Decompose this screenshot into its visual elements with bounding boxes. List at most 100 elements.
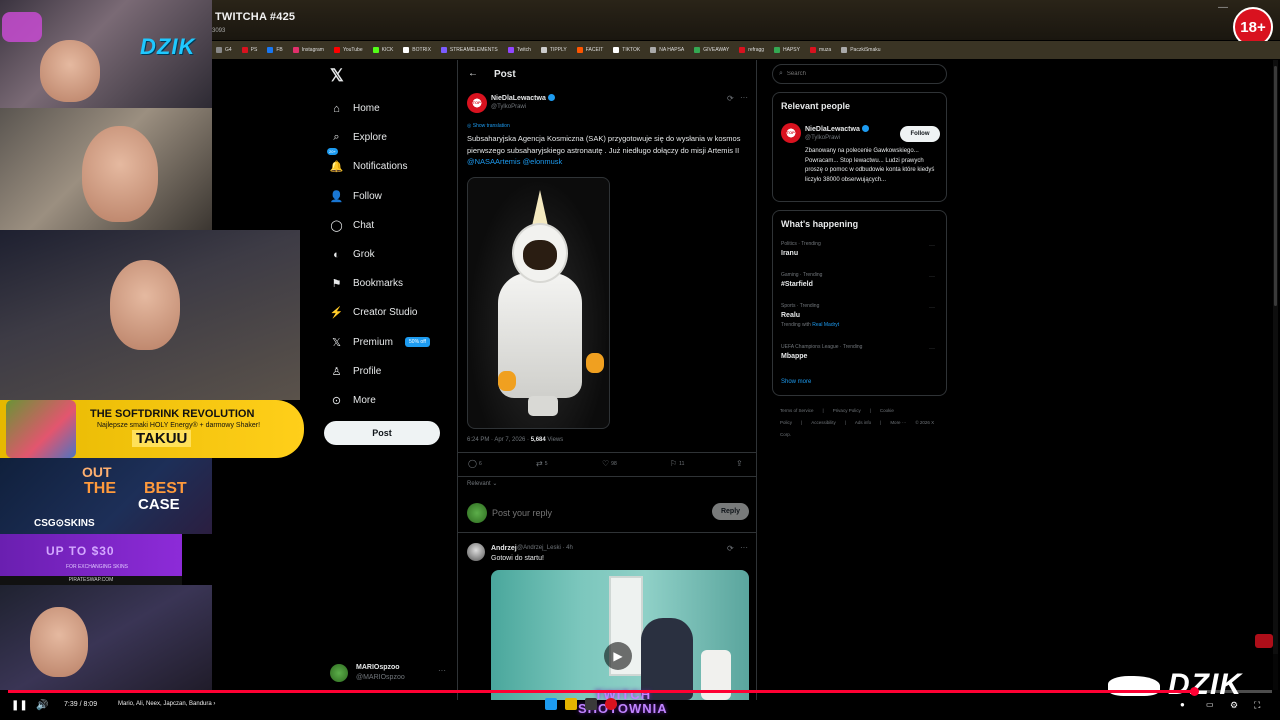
footer-link[interactable]: More ··· [890,420,906,425]
bookmark-item[interactable]: KICK [372,47,393,53]
more-dots-icon[interactable]: ··· [438,666,446,675]
bookmark-action[interactable]: ⚐ 11 [670,459,684,468]
footer-link[interactable]: Terms of Service [780,408,814,413]
search-box[interactable]: ⌕ [772,64,947,84]
scrollbar-thumb[interactable] [1274,66,1277,306]
subtitles-icon[interactable]: ▭ [1206,700,1214,709]
sidebar-item-notifications[interactable]: 🔔 20+ Notifications [327,148,460,181]
chapter-link[interactable]: Mario, Ali, Neex, Japczan, Bandura › [118,701,215,707]
like-action[interactable]: ♡ 98 [602,459,617,468]
minimize-icon[interactable]: — [1218,2,1228,13]
more-dots-icon[interactable]: ··· [740,93,748,102]
promo-banner-takuu[interactable]: THE SOFTDRINK REVOLUTION Najlepsze smaki… [0,400,304,458]
fullscreen-icon[interactable]: ⛶ [1254,700,1260,711]
follow-button[interactable]: Follow [900,126,940,142]
trend-item[interactable]: Gaming · Trending #Starfield [781,272,941,288]
play-icon[interactable]: ▶ [604,642,632,670]
x-logo-icon[interactable]: 𝕏 [330,66,344,86]
show-more-link[interactable]: Show more [781,379,811,385]
search-input[interactable] [786,71,927,77]
sidebar-item-home[interactable]: ⌂ Home [330,94,460,123]
bookmark-item[interactable]: FB [267,47,283,53]
bookmark-item[interactable]: TIKTOK [613,47,640,53]
sidebar-item-label: Bookmarks [353,278,404,290]
account-switcher[interactable]: MARIOspzoo @MARIOspzoo ··· [330,662,450,686]
bookmark-item[interactable]: G4 [216,47,232,53]
trend-item[interactable]: UEFA Champions League · Trending Mbappe [781,344,941,360]
sidebar-item-premium[interactable]: 𝕏 Premium 50% off [330,328,460,357]
back-arrow-icon[interactable]: ← [468,68,478,79]
more-dots-icon[interactable]: ··· [929,346,935,352]
show-translation-link[interactable]: ◎ Show translation [467,123,510,129]
comment-video[interactable]: ▶ [491,570,749,700]
settings-gear-icon[interactable]: ⚙ [1230,700,1238,711]
windows-start-icon[interactable] [545,698,557,710]
more-dots-icon[interactable]: ··· [740,543,748,552]
sidebar-item-grok[interactable]: ◐ Grok [330,240,460,269]
bookmark-item[interactable]: NA HAPSA [650,47,684,53]
more-dots-icon[interactable]: ··· [929,274,935,280]
autoplay-icon[interactable]: ● [1180,700,1185,709]
promo-banner-pirateswap[interactable]: UP TO $30 FOR EXCHANGING SKINS [0,534,182,578]
mention-link[interactable]: @elonmusk [523,157,563,166]
bookmark-item[interactable]: PaczkiSmaku [841,47,881,53]
volume-icon[interactable]: 🔊 [36,700,48,711]
sidebar-item-bookmarks[interactable]: ⚑ Bookmarks [330,269,460,298]
trend-item[interactable]: Sports · Trending Realu Trending with Real… [781,303,941,328]
avatar[interactable]: STOP [781,123,801,143]
file-explorer-icon[interactable] [565,698,577,710]
bookmark-item[interactable]: HAPSY [774,47,800,53]
progress-scrubber[interactable] [1190,687,1199,696]
bookmark-item[interactable]: Twitch [507,47,531,53]
sort-replies-dropdown[interactable]: Relevant ⌄ [467,480,497,487]
grok-icon[interactable]: ⟳ [727,94,734,103]
pause-icon[interactable]: ❚❚ [11,700,28,711]
bookmark-label: FACEIT [585,47,604,53]
compose-post-button[interactable]: Post [324,421,440,445]
bookmark-item[interactable]: BOTRIX [403,47,431,53]
bookmark-item[interactable]: STREAMELEMENTS [440,47,498,53]
bookmark-item[interactable]: muza [809,47,831,53]
bookmark-item[interactable]: TIPPLY [540,47,567,53]
bookmark-item[interactable]: PS [241,47,257,53]
app-icon[interactable] [605,698,617,710]
footer-link[interactable]: Privacy Policy [833,408,861,413]
author-handle[interactable]: @TylkoPrawi [491,104,526,110]
more-dots-icon[interactable]: ··· [929,305,935,311]
share-icon[interactable]: ⇪ [736,459,743,468]
more-dots-icon[interactable]: ··· [929,243,935,249]
sidebar-item-creator-studio[interactable]: ⚡ Creator Studio [330,298,460,327]
footer-link[interactable]: Accessibility [811,420,836,425]
promo-banner-csgoskins[interactable]: OUT THE BEST CASE CSG⊙SKINS [0,458,212,534]
bookmark-item[interactable]: YouTube [333,47,363,53]
bookmark-item[interactable]: FACEIT [576,47,604,53]
mention-link[interactable]: @NASAArtemis [467,157,520,166]
sidebar-item-more[interactable]: ⊙ More [330,386,460,415]
grok-icon[interactable]: ⟳ [727,544,734,553]
app-icon[interactable] [585,698,597,710]
person-handle[interactable]: @TylkoPrawi [805,135,840,141]
bookmark-item[interactable]: GIVEAWAY [694,47,729,53]
footer-link[interactable]: Ads info [855,420,871,425]
repost-action[interactable]: ⇄ 5 [536,459,547,468]
reply-action[interactable]: ◯ 6 [468,459,482,468]
trend-context-link[interactable]: Real Madryt [812,322,839,328]
avatar[interactable] [467,543,485,561]
post-image[interactable] [467,177,610,429]
person-name[interactable]: NieDlaLewactwa [805,125,869,133]
promo-brand: CSG⊙SKINS [34,518,95,529]
sidebar-item-explore[interactable]: ⌕ Explore [330,123,460,152]
author-name[interactable]: NieDlaLewactwa [491,94,555,102]
sidebar-item-follow[interactable]: 👤 Follow [330,182,460,211]
sidebar-item-profile[interactable]: ♙ Profile [330,357,460,386]
comment-author-name[interactable]: Andrzej [491,545,517,552]
post-timestamp[interactable]: 6:24 PM · Apr 7, 2026 · [467,437,531,443]
trend-item[interactable]: Politics · Trending Iranu [781,241,941,257]
bookmark-item[interactable]: Instagram [292,47,324,53]
comment-author-handle[interactable]: @Andrzej_Leski · 4h [517,545,573,551]
avatar[interactable]: STOP [467,93,487,113]
reply-button[interactable]: Reply [712,503,749,520]
sidebar-item-chat[interactable]: ◯ Chat [330,211,460,240]
bookmark-item[interactable]: refragg [739,47,764,53]
reply-input[interactable] [492,507,692,519]
